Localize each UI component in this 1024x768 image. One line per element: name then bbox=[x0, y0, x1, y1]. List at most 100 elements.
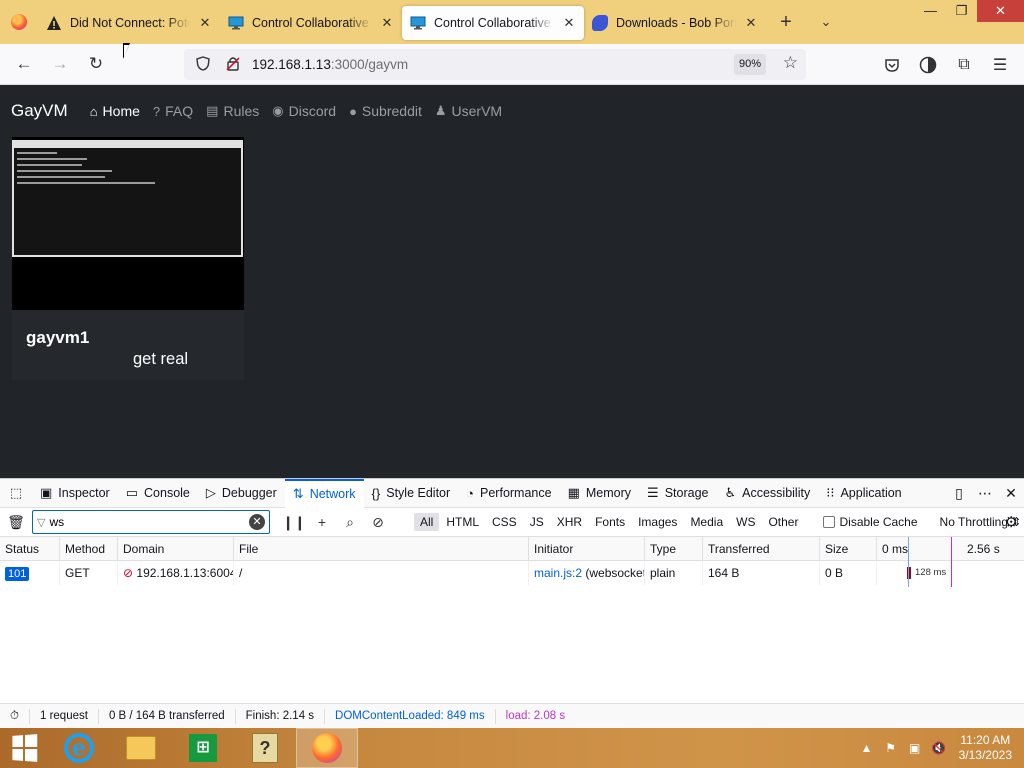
tab-memory[interactable]: ▦ Memory bbox=[560, 479, 639, 508]
nav-uservm[interactable]: ♟ UserVM bbox=[435, 103, 502, 119]
devtools-close-icon[interactable]: ✕ bbox=[998, 485, 1024, 502]
bookmark-star-icon[interactable]: ☆ bbox=[783, 53, 798, 73]
tab-style-editor-label: Style Editor bbox=[386, 486, 451, 500]
tab-storage[interactable]: ☰ Storage bbox=[639, 479, 716, 508]
tab-security-issue[interactable]: Did Not Connect: Potential Security Issu… bbox=[38, 6, 220, 40]
col-method[interactable]: Method bbox=[60, 536, 118, 561]
element-picker-icon[interactable]: ⬚ bbox=[0, 485, 32, 501]
filter-media[interactable]: Media bbox=[684, 513, 729, 531]
tab-control-vms-1[interactable]: Control Collaborative Virtual Machines ✕ bbox=[220, 6, 402, 40]
taskbar-file-explorer[interactable] bbox=[110, 728, 172, 768]
filter-js[interactable]: JS bbox=[524, 513, 550, 531]
filter-other[interactable]: Other bbox=[762, 513, 804, 531]
firefox-account-icon[interactable] bbox=[910, 49, 946, 80]
site-brand[interactable]: GayVM bbox=[11, 101, 68, 121]
extensions-puzzle-icon[interactable]: ⧉ bbox=[946, 49, 982, 80]
taskbar-help[interactable]: ? bbox=[234, 728, 296, 768]
volume-muted-icon[interactable]: 🔇 bbox=[927, 741, 951, 755]
show-hidden-icons-chevron-icon[interactable]: ▲ bbox=[855, 741, 879, 755]
dock-side-icon[interactable]: ▯ bbox=[946, 485, 972, 502]
filter-urls-box[interactable]: ▽ ✕ bbox=[32, 510, 270, 534]
hamburger-menu-icon[interactable]: ☰ bbox=[982, 49, 1018, 80]
tab-performance[interactable]: ◔ Performance bbox=[458, 479, 559, 508]
reload-icon[interactable]: ↻ bbox=[78, 48, 114, 80]
taskbar-store[interactable]: ⊞ bbox=[172, 728, 234, 768]
taskbar-firefox[interactable] bbox=[296, 728, 358, 768]
nav-rules[interactable]: ▤ Rules bbox=[206, 103, 259, 119]
tab-close-icon[interactable]: ✕ bbox=[198, 15, 212, 31]
filter-images[interactable]: Images bbox=[632, 513, 683, 531]
row-file: / bbox=[234, 561, 529, 585]
initiator-link[interactable]: main.js:2 bbox=[534, 566, 582, 580]
col-initiator[interactable]: Initiator bbox=[529, 536, 645, 561]
new-tab-button[interactable]: + bbox=[766, 11, 806, 34]
clear-filter-icon[interactable]: ✕ bbox=[249, 514, 265, 530]
window-close-button[interactable]: ✕ bbox=[977, 0, 1024, 22]
disable-cache-checkbox[interactable] bbox=[823, 516, 836, 528]
nav-faq[interactable]: ? FAQ bbox=[153, 103, 193, 119]
request-table-header: Status Method Domain File Initiator Type… bbox=[0, 536, 1024, 561]
tab-application[interactable]: ⁝⁝ Application bbox=[818, 479, 909, 508]
tab-style-editor[interactable]: {} Style Editor bbox=[364, 479, 459, 508]
tab-close-icon[interactable]: ✕ bbox=[562, 15, 576, 31]
col-file[interactable]: File bbox=[234, 536, 529, 561]
nav-discord[interactable]: ◉ Discord bbox=[272, 103, 336, 119]
performance-stopwatch-icon[interactable]: ⏱ bbox=[0, 708, 30, 724]
pause-icon[interactable]: ❙❙ bbox=[280, 514, 308, 531]
tab-network[interactable]: ⇅ Network bbox=[284, 478, 364, 508]
gear-icon[interactable]: ⚙ bbox=[1005, 513, 1018, 531]
minimize-button[interactable]: — bbox=[915, 0, 946, 22]
tab-console[interactable]: ▭ Console bbox=[118, 479, 198, 508]
taskbar-clock[interactable]: 11:20 AM 3/13/2023 bbox=[951, 733, 1024, 763]
zoom-level-button[interactable]: 90% bbox=[733, 54, 766, 75]
tab-inspector[interactable]: ▣ Inspector bbox=[32, 479, 118, 508]
action-center-flag-icon[interactable]: ⚑ bbox=[879, 741, 903, 755]
firefox-menu-logo[interactable] bbox=[0, 0, 38, 44]
filter-xhr[interactable]: XHR bbox=[551, 513, 588, 531]
filter-ws[interactable]: WS bbox=[730, 513, 761, 531]
shield-icon[interactable] bbox=[192, 55, 214, 74]
col-size[interactable]: Size bbox=[820, 536, 877, 561]
vm-card[interactable]: gayvm1 get real bbox=[12, 137, 244, 380]
restore-button[interactable]: ❐ bbox=[946, 0, 977, 22]
col-type[interactable]: Type bbox=[645, 536, 703, 561]
block-request-icon[interactable]: ⊘ bbox=[364, 514, 392, 531]
list-all-tabs-chevron-icon[interactable]: ⌄ bbox=[806, 14, 846, 30]
summary-transferred: 0 B / 164 B transferred bbox=[99, 708, 236, 724]
filter-html[interactable]: HTML bbox=[440, 513, 485, 531]
tab-debugger[interactable]: ▷ Debugger bbox=[198, 479, 285, 508]
filter-urls-input[interactable] bbox=[49, 515, 249, 529]
add-block-plus-icon[interactable]: + bbox=[308, 514, 336, 530]
console-icon: ▭ bbox=[125, 485, 139, 500]
clear-trash-icon[interactable]: 🗑 bbox=[0, 514, 32, 531]
back-arrow-icon[interactable]: ← bbox=[6, 48, 42, 80]
table-row[interactable]: 101 GET ⊘ 192.168.1.13:6004 / main.js:2 … bbox=[0, 561, 1024, 585]
web-page-content: GayVM ⌂ Home ? FAQ ▤ Rules ◉ Discord ● Subred… bbox=[0, 85, 1024, 478]
disable-cache-toggle[interactable]: Disable Cache bbox=[823, 515, 918, 529]
address-bar[interactable]: 192.168.1.13:3000/gayvm 90% ☆ bbox=[184, 49, 806, 80]
nav-home[interactable]: ⌂ Home bbox=[90, 103, 140, 119]
filter-fonts[interactable]: Fonts bbox=[589, 513, 631, 531]
tab-accessibility[interactable]: ♿ Accessibility bbox=[716, 479, 818, 508]
insecure-lock-icon[interactable] bbox=[222, 56, 244, 74]
filter-css[interactable]: CSS bbox=[486, 513, 523, 531]
col-transferred[interactable]: Transferred bbox=[703, 536, 820, 561]
pocket-icon[interactable] bbox=[874, 49, 910, 80]
tab-downloads-bob-pony[interactable]: Downloads - Bob Pony ✕ bbox=[584, 6, 766, 40]
taskbar-internet-explorer[interactable]: e bbox=[48, 728, 110, 768]
tab-close-icon[interactable]: ✕ bbox=[380, 15, 394, 31]
accessibility-icon: ♿ bbox=[724, 485, 737, 500]
forward-arrow-icon[interactable]: → bbox=[42, 48, 78, 80]
network-icon[interactable]: ▣ bbox=[903, 741, 927, 755]
tab-console-label: Console bbox=[144, 486, 190, 500]
search-icon[interactable]: ⌕ bbox=[336, 514, 364, 531]
vm-thumbnail[interactable] bbox=[12, 137, 244, 310]
tab-control-vms-2-active[interactable]: Control Collaborative Virtual Machines ✕ bbox=[402, 6, 584, 40]
col-status[interactable]: Status bbox=[0, 536, 60, 561]
nav-subreddit[interactable]: ● Subreddit bbox=[349, 103, 422, 119]
start-button[interactable] bbox=[0, 728, 48, 768]
col-domain[interactable]: Domain bbox=[118, 536, 234, 561]
filter-all[interactable]: All bbox=[414, 513, 440, 531]
tab-close-icon[interactable]: ✕ bbox=[744, 15, 758, 31]
devtools-overflow-menu-icon[interactable]: ⋯ bbox=[972, 485, 998, 502]
